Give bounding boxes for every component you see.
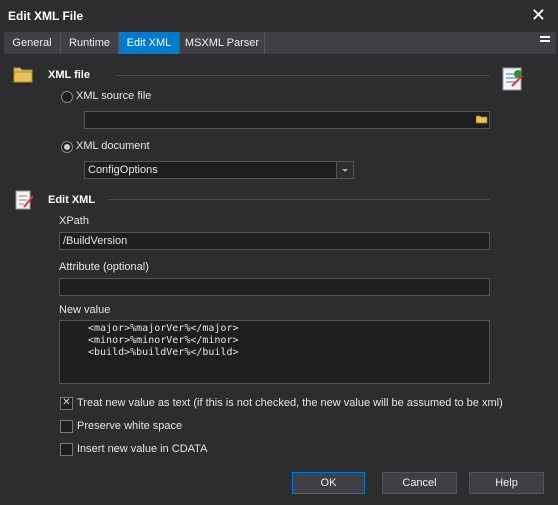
- tab-runtime[interactable]: Runtime: [61, 32, 119, 54]
- chevron-down-icon[interactable]: [336, 162, 353, 178]
- edit-document-icon: [15, 190, 34, 210]
- preserve-whitespace-label: Preserve white space: [77, 420, 183, 432]
- new-value-line: <build>%buildVer%</build>: [88, 347, 239, 358]
- new-value-line: <major>%majorVer%</major>: [88, 323, 239, 334]
- treat-as-text-label: Treat new value as text (if this is not …: [77, 397, 503, 409]
- source-file-input[interactable]: [84, 111, 490, 129]
- xml-document-select[interactable]: ConfigOptions: [84, 161, 354, 179]
- folder-icon: [13, 67, 33, 83]
- attribute-label: Attribute (optional): [59, 261, 149, 273]
- xpath-label: XPath: [59, 215, 89, 227]
- tab-edit-xml[interactable]: Edit XML: [119, 32, 180, 54]
- window-title: Edit XML File: [8, 9, 84, 23]
- xml-file-section-title: XML file: [48, 69, 90, 81]
- help-button[interactable]: Help: [469, 472, 544, 494]
- cdata-checkbox[interactable]: [60, 443, 73, 456]
- ok-button[interactable]: OK: [292, 472, 365, 494]
- source-file-label: XML source file: [76, 90, 152, 102]
- new-value-line: <minor>%minorVer%</minor>: [88, 335, 239, 346]
- treat-as-text-checkbox[interactable]: ✕: [60, 397, 73, 410]
- preserve-whitespace-checkbox[interactable]: [60, 420, 73, 433]
- tab-msxml-parser[interactable]: MSXML Parser: [180, 32, 265, 54]
- xml-document-icon: [502, 67, 523, 91]
- cdata-label: Insert new value in CDATA: [77, 443, 208, 455]
- source-file-radio[interactable]: [61, 91, 73, 103]
- tab-general[interactable]: General: [4, 32, 61, 54]
- section-divider: [116, 75, 490, 76]
- new-value-label: New value: [59, 304, 111, 316]
- xml-document-label: XML document: [76, 140, 150, 152]
- xml-document-value: ConfigOptions: [88, 164, 158, 176]
- cancel-button[interactable]: Cancel: [382, 472, 457, 494]
- tab-strip: General Runtime Edit XML MSXML Parser: [4, 32, 556, 54]
- attribute-input[interactable]: [59, 278, 490, 296]
- section-divider: [108, 199, 490, 200]
- title-bar: Edit XML File ✕: [0, 0, 558, 32]
- edit-xml-section-title: Edit XML: [48, 194, 96, 206]
- xpath-input[interactable]: /BuildVersion: [59, 232, 490, 250]
- xml-document-radio[interactable]: [61, 141, 73, 153]
- new-value-textarea[interactable]: <major>%majorVer%</major> <minor>%minorVe…: [59, 320, 490, 384]
- close-icon[interactable]: ✕: [531, 5, 546, 25]
- tab-menu-icon[interactable]: [540, 36, 550, 44]
- browse-folder-icon[interactable]: [476, 114, 488, 124]
